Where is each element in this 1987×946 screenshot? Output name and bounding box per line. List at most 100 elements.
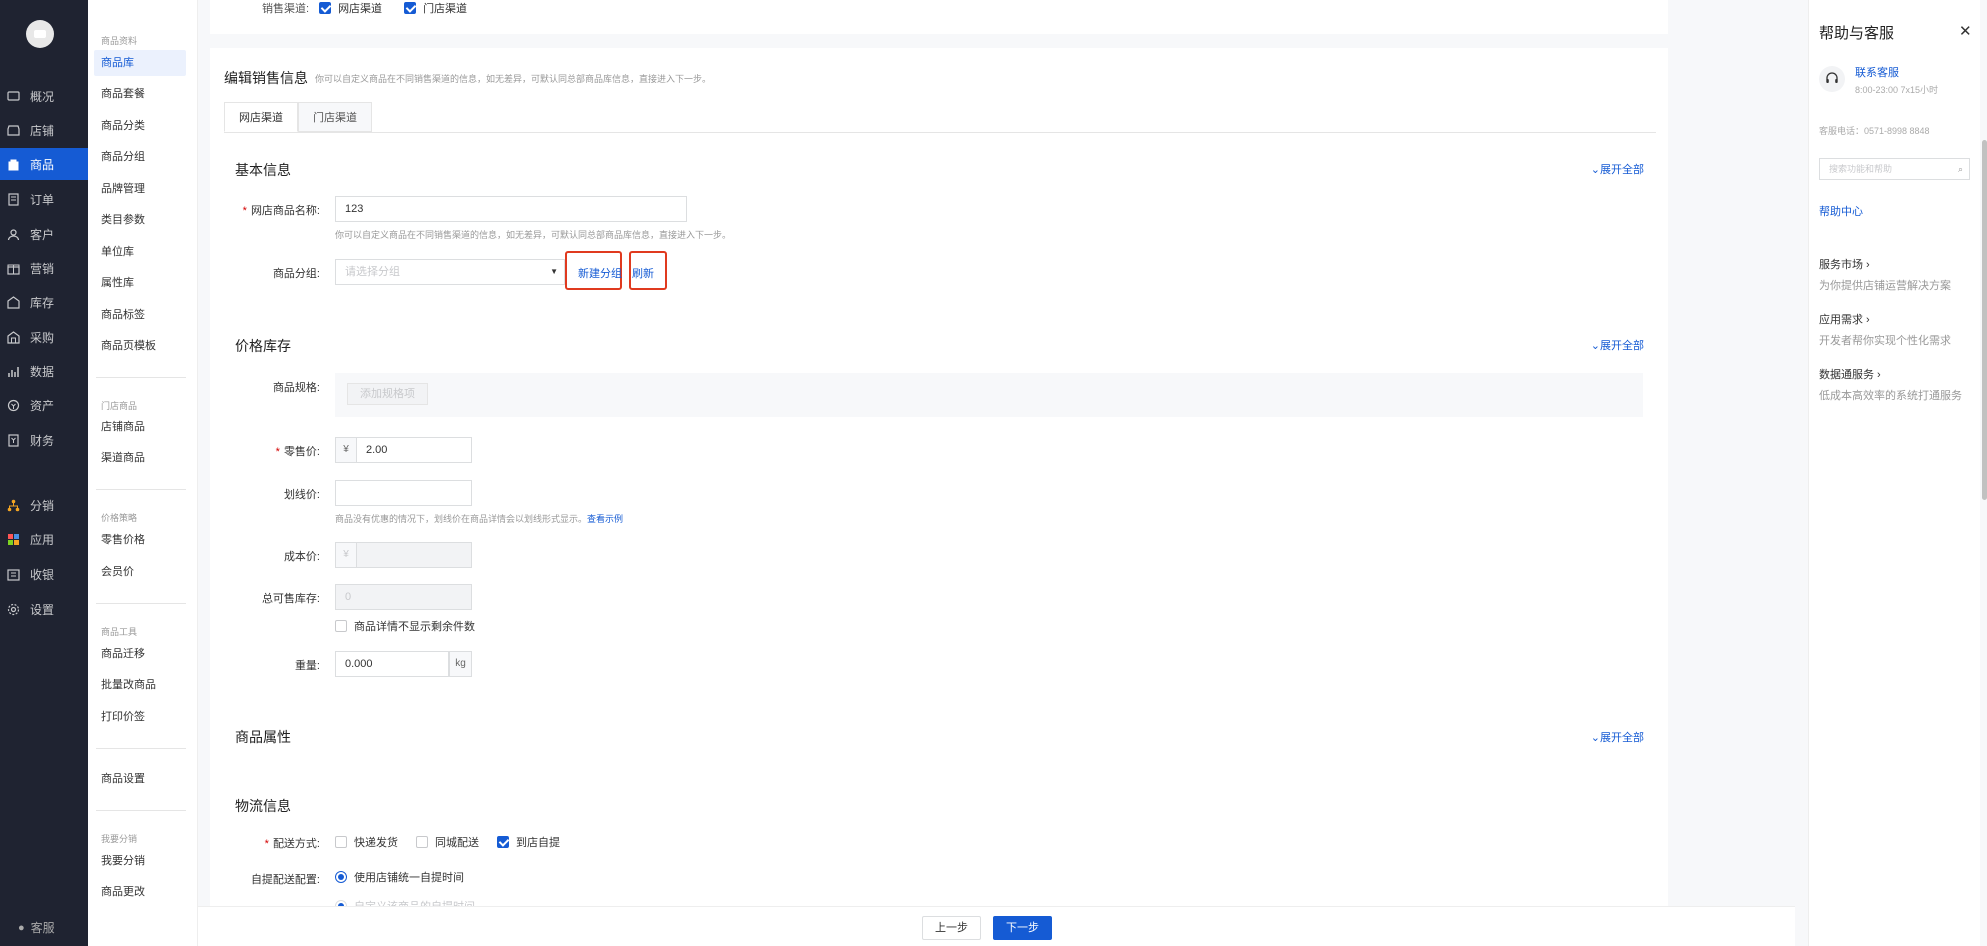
- app-demand-link[interactable]: 应用需求 ›: [1819, 311, 1870, 327]
- subnav-item[interactable]: 单位库: [94, 239, 186, 265]
- nav-item-settings[interactable]: 设置: [0, 593, 88, 625]
- refresh-button[interactable]: 刷新: [632, 265, 654, 281]
- tab-online-channel[interactable]: 网店渠道: [224, 102, 298, 132]
- contact-service-link[interactable]: 联系客服: [1855, 64, 1899, 80]
- chevron-down-icon: ▼: [550, 267, 558, 276]
- offline-channel-checkbox[interactable]: [404, 2, 417, 14]
- nav-item-order[interactable]: 订单: [0, 183, 88, 215]
- price-expand-all[interactable]: ⌄展开全部: [1591, 337, 1644, 353]
- subnav-group-title: 商品工具: [101, 627, 138, 637]
- subnav-item[interactable]: 商品标签: [94, 302, 186, 328]
- bottom-action-bar: 上一步 下一步: [198, 906, 1795, 946]
- nav-customer-service[interactable]: ● 客服: [18, 919, 55, 936]
- attr-expand-all[interactable]: ⌄展开全部: [1591, 729, 1644, 745]
- service-market-link[interactable]: 服务市场 ›: [1819, 256, 1870, 272]
- subnav-item[interactable]: 商品套餐: [94, 81, 186, 107]
- subnav-item[interactable]: 我要分销: [94, 848, 186, 874]
- nav-item-label: 店铺: [30, 123, 55, 138]
- nav-item-distribution[interactable]: 分销: [0, 489, 88, 521]
- total-stock-input[interactable]: 0: [335, 584, 472, 610]
- weight-input[interactable]: 0.000: [335, 651, 449, 677]
- subnav-item[interactable]: 商品设置: [94, 766, 186, 792]
- nav-item-label: 库存: [30, 295, 55, 310]
- nav-item-label: 数据: [30, 364, 55, 379]
- store-logo[interactable]: [26, 20, 54, 48]
- weight-label: 重量:: [294, 660, 320, 672]
- product-name-input[interactable]: 123: [335, 196, 687, 222]
- weight-unit: kg: [449, 651, 472, 677]
- subnav-group-title: 门店商品: [101, 401, 138, 411]
- strike-price-input[interactable]: [335, 480, 472, 506]
- spec-panel: 添加规格项: [335, 373, 1643, 417]
- help-scrollbar[interactable]: [1982, 140, 1987, 500]
- new-group-button[interactable]: 新建分组: [578, 265, 622, 281]
- edit-sales-desc: 你可以自定义商品在不同销售渠道的信息，如无差异，可默认同总部商品库信息，直接进入…: [315, 74, 712, 84]
- subnav-item[interactable]: 商品页模板: [94, 333, 186, 359]
- search-icon[interactable]: ⌕: [1958, 159, 1963, 179]
- online-channel-checkbox[interactable]: [319, 2, 332, 14]
- subnav-item[interactable]: 商品更改: [94, 879, 186, 905]
- help-search-input[interactable]: 搜索功能和帮助 ⌕: [1819, 158, 1970, 180]
- subnav-item[interactable]: 店铺商品: [94, 414, 186, 440]
- subnav-item[interactable]: 商品库: [94, 50, 186, 76]
- help-center-link[interactable]: 帮助中心: [1819, 203, 1863, 219]
- customer-icon: [6, 227, 20, 241]
- subnav-divider: [96, 748, 186, 749]
- spec-label: 商品规格:: [272, 382, 320, 394]
- prev-step-button[interactable]: 上一步: [922, 916, 981, 940]
- edit-sales-card: 编辑销售信息 你可以自定义商品在不同销售渠道的信息，如无差异，可默认同总部商品库…: [210, 48, 1668, 906]
- currency-prefix: ¥: [335, 437, 357, 463]
- product-group-select[interactable]: 请选择分组 ▼: [335, 259, 565, 285]
- subnav-item[interactable]: 渠道商品: [94, 445, 186, 471]
- nav-item-customer[interactable]: 客户: [0, 218, 88, 250]
- next-step-button[interactable]: 下一步: [993, 916, 1052, 940]
- nav-item-goods[interactable]: 商品: [0, 148, 88, 180]
- settings-icon: [6, 602, 20, 616]
- nav-item-data[interactable]: 数据: [0, 355, 88, 387]
- subnav-group-title: 商品资料: [101, 36, 138, 46]
- subnav-item[interactable]: 打印价签: [94, 704, 186, 730]
- nav-item-inventory[interactable]: 库存: [0, 286, 88, 318]
- hide-stock-label: 商品详情不显示剩余件数: [354, 621, 475, 633]
- primary-nav: 概况店铺商品 订单 客户 营销库存采购数据资产 财务分销 应用 收银 设置 ● 客服: [0, 0, 88, 946]
- online-channel-label: 网店渠道: [338, 3, 383, 15]
- subnav-item[interactable]: 类目参数: [94, 207, 186, 233]
- tab-offline-channel[interactable]: 门店渠道: [298, 102, 372, 132]
- cost-price-input[interactable]: [356, 542, 472, 568]
- subnav-item[interactable]: 零售价格: [94, 527, 186, 553]
- city-delivery-checkbox[interactable]: [416, 836, 428, 848]
- nav-item-cashier[interactable]: 收银: [0, 558, 88, 590]
- help-panel: 帮助与客服 ✕ 联系客服 8:00-23:00 7x15小时 客服电话：0571…: [1808, 0, 1980, 946]
- subnav-item[interactable]: 商品迁移: [94, 641, 186, 667]
- view-example-link[interactable]: 查看示例: [587, 514, 623, 524]
- headset-icon: [1819, 66, 1845, 92]
- pickup-config-radio[interactable]: [335, 871, 347, 883]
- nav-item-purchase[interactable]: 采购: [0, 321, 88, 353]
- nav-item-asset[interactable]: 资产: [0, 389, 88, 421]
- subnav-item[interactable]: 会员价: [94, 559, 186, 585]
- hide-stock-checkbox[interactable]: [335, 620, 347, 632]
- nav-item-marketing[interactable]: 营销: [0, 252, 88, 284]
- delivery-method-label: * 配送方式:: [264, 838, 320, 850]
- product-name-hint: 你可以自定义商品在不同销售渠道的信息，如无差异，可默认同总部商品库信息，直接进入…: [335, 230, 732, 240]
- retail-price-input[interactable]: 2.00: [356, 437, 472, 463]
- subnav-item[interactable]: 批量改商品: [94, 672, 186, 698]
- add-spec-button[interactable]: 添加规格项: [347, 383, 428, 405]
- pickup-checkbox[interactable]: [497, 836, 509, 848]
- subnav-item[interactable]: 商品分组: [94, 144, 186, 170]
- nav-item-finance[interactable]: 财务: [0, 424, 88, 456]
- subnav-item[interactable]: 属性库: [94, 270, 186, 296]
- data-service-link[interactable]: 数据通服务 ›: [1819, 366, 1881, 382]
- subnav-item[interactable]: 商品分类: [94, 113, 186, 139]
- basic-expand-all[interactable]: ⌄展开全部: [1591, 161, 1644, 177]
- nav-item-overview[interactable]: 概况: [0, 80, 88, 112]
- close-icon[interactable]: ✕: [1959, 22, 1972, 40]
- nav-item-store[interactable]: 店铺: [0, 114, 88, 146]
- sales-channel-label: 销售渠道:: [262, 3, 310, 15]
- pickup-option: 到店自提: [497, 834, 560, 850]
- order-icon: [6, 192, 20, 206]
- product-attr-title: 商品属性: [235, 729, 291, 745]
- nav-item-apps[interactable]: 应用: [0, 523, 88, 555]
- subnav-item[interactable]: 品牌管理: [94, 176, 186, 202]
- express-checkbox[interactable]: [335, 836, 347, 848]
